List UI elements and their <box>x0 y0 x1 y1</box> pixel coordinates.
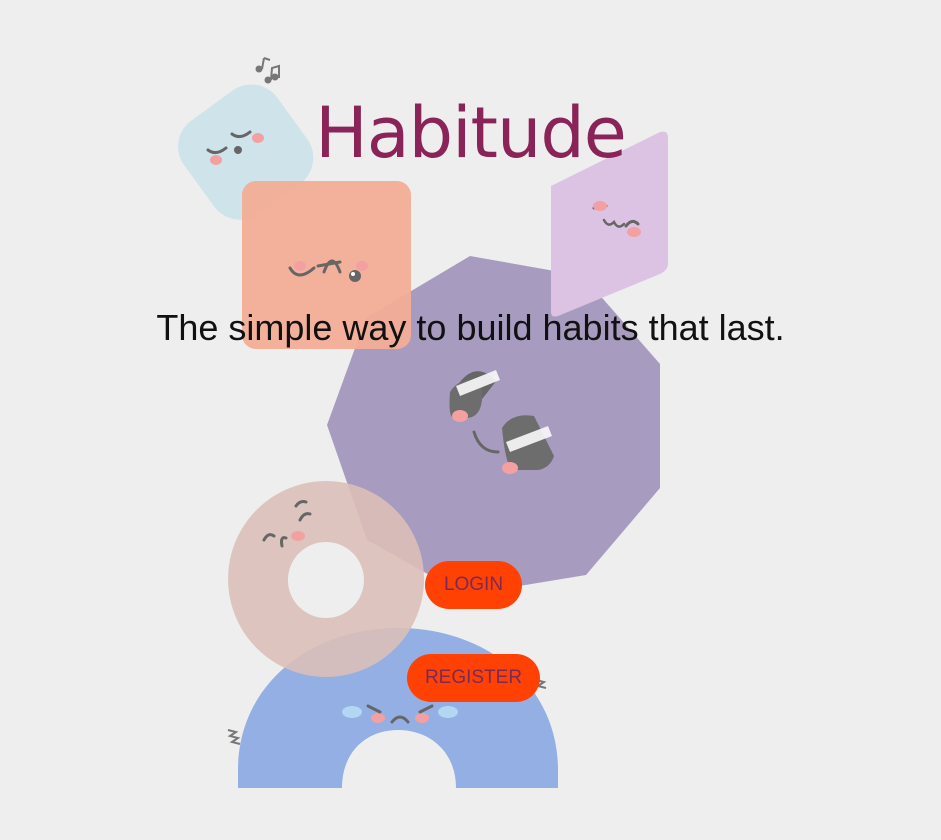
app-title: Habitude <box>315 92 627 174</box>
pink-donut-character <box>228 481 425 677</box>
music-notes-icon <box>255 57 280 84</box>
login-button[interactable]: LOGIN <box>425 561 522 609</box>
register-button[interactable]: REGISTER <box>407 654 540 702</box>
app-tagline: The simple way to build habits that last… <box>156 307 785 348</box>
